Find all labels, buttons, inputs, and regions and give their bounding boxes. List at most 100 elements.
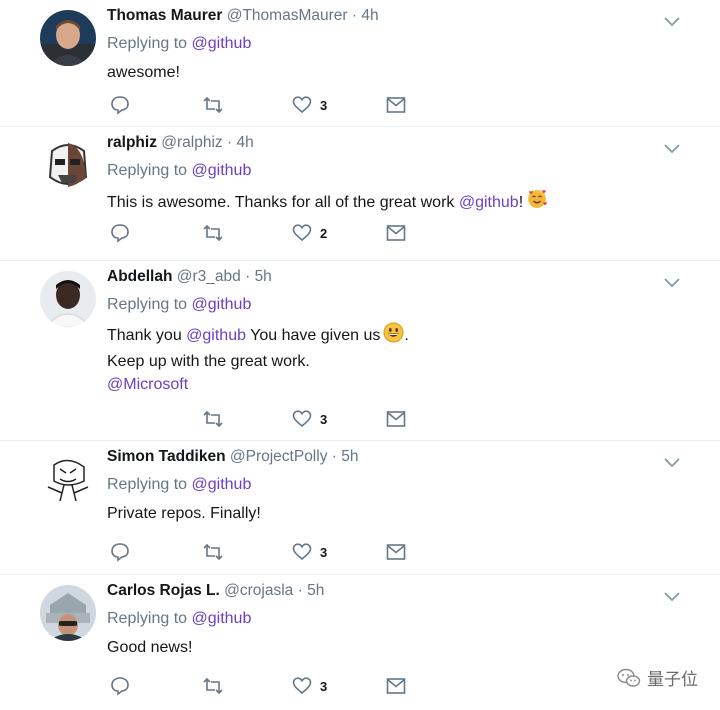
direct-message-button[interactable] <box>386 676 406 696</box>
text-segment: ! <box>518 194 524 211</box>
author-name[interactable]: Abdellah <box>107 268 172 285</box>
separator: · <box>331 448 337 465</box>
like-button[interactable]: 2 <box>292 223 327 243</box>
timestamp[interactable]: 5h <box>307 582 324 599</box>
author-name[interactable]: ralphiz <box>107 134 157 151</box>
text-segment: This is awesome. Thanks for all of the g… <box>107 194 459 211</box>
tweet-header: Thomas Maurer @ThomasMaurer · 4h <box>107 6 660 26</box>
text-line: Keep up with the great work. <box>107 353 310 370</box>
envelope-icon <box>386 678 406 694</box>
reply-button[interactable] <box>110 542 130 562</box>
chevron-down-icon[interactable] <box>664 14 680 32</box>
mention-link[interactable]: @github <box>192 610 252 627</box>
separator: · <box>245 268 251 285</box>
like-button[interactable]: 3 <box>292 409 327 429</box>
timestamp[interactable]: 4h <box>361 7 378 24</box>
watermark-text: 量子位 <box>647 670 698 689</box>
avatar[interactable] <box>40 271 96 327</box>
avatar[interactable] <box>40 137 96 193</box>
direct-message-button[interactable] <box>386 95 406 115</box>
text-segment: You have given us <box>246 327 381 344</box>
like-button[interactable]: 3 <box>292 542 327 562</box>
tweet: ralphiz @ralphiz · 4h Replying to @githu… <box>0 127 720 261</box>
chevron-down-icon[interactable] <box>664 275 680 293</box>
mention-link[interactable]: @github <box>459 194 519 211</box>
chevron-down-icon[interactable] <box>664 141 680 159</box>
like-button[interactable]: 3 <box>292 676 327 696</box>
like-button[interactable]: 3 <box>292 95 327 115</box>
replying-to: Replying to @github <box>107 475 660 495</box>
text-line: Thank you @github You have given us. <box>107 322 660 350</box>
timestamp[interactable]: 5h <box>341 448 358 465</box>
mention-link[interactable]: @github <box>192 162 252 179</box>
retweet-button[interactable] <box>202 223 224 243</box>
grinning-face-icon <box>383 322 404 350</box>
direct-message-button[interactable] <box>386 223 406 243</box>
tweet-actions: 3 <box>110 95 410 115</box>
retweet-button[interactable] <box>202 95 224 115</box>
mention-link[interactable]: @github <box>192 296 252 313</box>
like-count: 3 <box>320 544 328 560</box>
replying-to: Replying to @github <box>107 34 660 54</box>
replying-label: Replying to <box>107 476 188 493</box>
chevron-down-icon[interactable] <box>664 589 680 607</box>
tweet: Simon Taddiken @ProjectPolly · 5h Replyi… <box>0 441 720 575</box>
retweet-button[interactable] <box>202 676 224 696</box>
replying-label: Replying to <box>107 35 188 52</box>
replying-label: Replying to <box>107 296 188 313</box>
tweet-feed: Thomas Maurer @ThomasMaurer · 4h Replyin… <box>0 0 720 710</box>
reply-icon <box>111 543 129 562</box>
author-name[interactable]: Thomas Maurer <box>107 7 222 24</box>
replying-to: Replying to @github <box>107 295 660 315</box>
mention-link[interactable]: @github <box>192 476 252 493</box>
envelope-icon <box>386 411 406 427</box>
retweet-icon <box>203 543 223 561</box>
author-name[interactable]: Simon Taddiken <box>107 448 226 465</box>
replying-to: Replying to @github <box>107 609 660 629</box>
tweet-actions: 3 <box>110 409 410 429</box>
chevron-down-icon[interactable] <box>664 455 680 473</box>
text-segment: . <box>404 327 409 344</box>
tweet-actions: 2 <box>110 223 410 243</box>
tweet-text: Thank you @github You have given us. Kee… <box>107 322 660 396</box>
retweet-button[interactable] <box>202 409 224 429</box>
wechat-icon <box>617 668 641 687</box>
tweet-actions: 3 <box>110 542 410 562</box>
mention-link[interactable]: @Microsoft <box>107 373 660 396</box>
author-handle[interactable]: @ThomasMaurer <box>227 7 348 24</box>
tweet-header: Carlos Rojas L. @crojasla · 5h <box>107 581 660 601</box>
envelope-icon <box>386 544 406 560</box>
author-name[interactable]: Carlos Rojas L. <box>107 582 220 599</box>
avatar[interactable] <box>40 451 96 507</box>
retweet-icon <box>203 224 223 242</box>
tweet-text: This is awesome. Thanks for all of the g… <box>107 188 660 217</box>
direct-message-button[interactable] <box>386 409 406 429</box>
replying-label: Replying to <box>107 610 188 627</box>
author-handle[interactable]: @ralphiz <box>161 134 222 151</box>
reply-icon <box>111 677 129 696</box>
smiling-face-with-hearts-icon <box>526 188 548 217</box>
author-handle[interactable]: @ProjectPolly <box>230 448 328 465</box>
like-count: 2 <box>320 225 328 241</box>
tweet-header: ralphiz @ralphiz · 4h <box>107 133 660 153</box>
avatar[interactable] <box>40 585 96 641</box>
tweet-text: Good news! <box>107 639 193 656</box>
timestamp[interactable]: 4h <box>236 134 253 151</box>
reply-button[interactable] <box>110 676 130 696</box>
separator: · <box>226 134 233 151</box>
mention-link[interactable]: @github <box>186 327 246 344</box>
avatar[interactable] <box>40 10 96 66</box>
envelope-icon <box>386 225 406 241</box>
timestamp[interactable]: 5h <box>255 268 272 285</box>
author-handle[interactable]: @crojasla <box>224 582 293 599</box>
reply-button[interactable] <box>110 223 130 243</box>
reply-button[interactable] <box>110 95 130 115</box>
like-count: 3 <box>320 678 328 694</box>
tweet-header: Abdellah @r3_abd · 5h <box>107 267 660 287</box>
like-count: 3 <box>320 97 328 113</box>
mention-link[interactable]: @github <box>192 35 252 52</box>
author-handle[interactable]: @r3_abd <box>177 268 241 285</box>
like-count: 3 <box>320 411 328 427</box>
retweet-button[interactable] <box>202 542 224 562</box>
direct-message-button[interactable] <box>386 542 406 562</box>
